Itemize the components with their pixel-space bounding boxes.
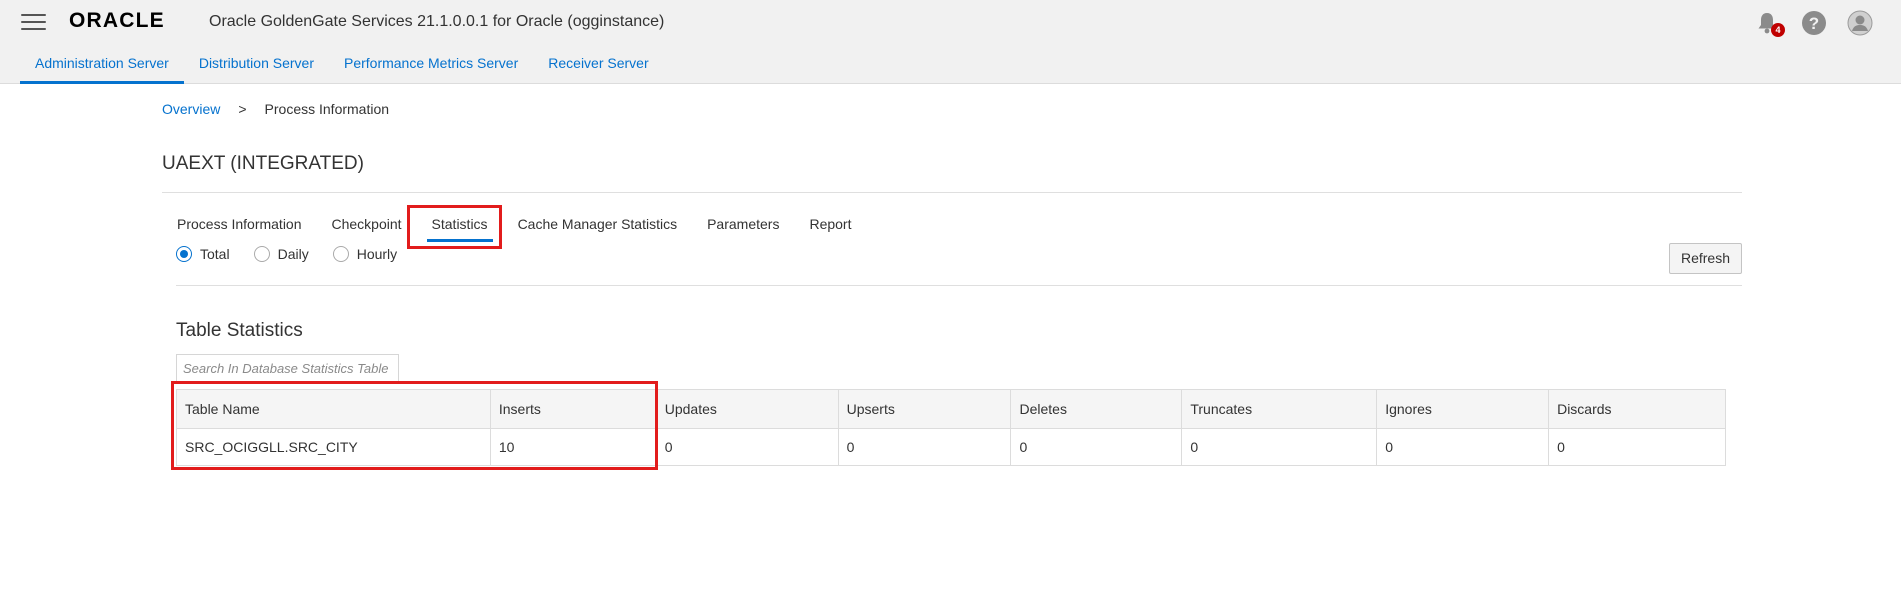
tab-performance-metrics-server[interactable]: Performance Metrics Server	[329, 52, 533, 84]
column-header-truncates[interactable]: Truncates	[1181, 389, 1378, 429]
notification-badge: 4	[1771, 23, 1785, 37]
process-tabs: Process Information Checkpoint Statistic…	[162, 212, 866, 242]
cell-ignores: 0	[1376, 428, 1550, 466]
breadcrumb: Overview > Process Information	[162, 101, 389, 117]
tab-receiver-server[interactable]: Receiver Server	[533, 52, 663, 84]
tab-administration-server[interactable]: Administration Server	[20, 52, 184, 84]
help-icon[interactable]: ?	[1801, 10, 1827, 36]
radio-button[interactable]	[253, 246, 270, 262]
radio-hourly[interactable]: Hourly	[332, 246, 398, 262]
statistics-tab-highlight	[407, 205, 502, 249]
server-tabs: Administration Server Distribution Serve…	[20, 52, 664, 84]
oracle-logo: ORACLE	[69, 9, 165, 31]
cell-upserts: 0	[837, 428, 1012, 466]
divider	[162, 192, 1742, 193]
column-header-updates[interactable]: Updates	[655, 389, 839, 429]
cell-deletes: 0	[1010, 428, 1183, 466]
breadcrumb-separator: >	[238, 101, 247, 117]
tab-distribution-server[interactable]: Distribution Server	[184, 52, 329, 84]
breadcrumb-overview-link[interactable]: Overview	[162, 101, 220, 117]
app-title: Oracle GoldenGate Services 21.1.0.0.1 fo…	[209, 13, 665, 30]
breadcrumb-current: Process Information	[264, 101, 390, 117]
table-statistics-title: Table Statistics	[176, 320, 303, 341]
menu-icon[interactable]	[21, 14, 46, 32]
radio-button-checked[interactable]	[176, 246, 192, 262]
user-icon[interactable]	[1847, 10, 1873, 36]
refresh-button[interactable]: Refresh	[1669, 243, 1742, 274]
svg-text:ORACLE: ORACLE	[69, 9, 165, 31]
radio-label: Total	[200, 246, 230, 262]
radio-total[interactable]: Total	[176, 246, 230, 262]
tab-cache-manager-statistics[interactable]: Cache Manager Statistics	[503, 212, 693, 242]
cell-updates: 0	[655, 428, 839, 466]
radio-daily[interactable]: Daily	[253, 246, 309, 262]
tab-process-information[interactable]: Process Information	[162, 212, 317, 242]
period-radio-group: Total Daily Hourly	[176, 246, 421, 262]
column-header-upserts[interactable]: Upserts	[837, 389, 1012, 429]
cell-discards: 0	[1548, 428, 1726, 466]
tab-parameters[interactable]: Parameters	[692, 212, 794, 242]
radio-button[interactable]	[332, 246, 349, 262]
column-header-deletes[interactable]: Deletes	[1010, 389, 1183, 429]
svg-text:?: ?	[1809, 14, 1819, 33]
divider	[176, 285, 1742, 286]
column-header-ignores[interactable]: Ignores	[1376, 389, 1550, 429]
tab-report[interactable]: Report	[794, 212, 866, 242]
page-title: UAEXT (INTEGRATED)	[162, 153, 364, 174]
search-input[interactable]	[176, 354, 399, 382]
app-header: ORACLE Oracle GoldenGate Services 21.1.0…	[0, 0, 1901, 84]
cell-truncates: 0	[1181, 428, 1378, 466]
tab-checkpoint[interactable]: Checkpoint	[317, 212, 417, 242]
radio-label: Hourly	[356, 246, 398, 262]
column-header-discards[interactable]: Discards	[1548, 389, 1726, 429]
radio-label: Daily	[277, 246, 309, 262]
table-columns-highlight	[171, 381, 658, 470]
